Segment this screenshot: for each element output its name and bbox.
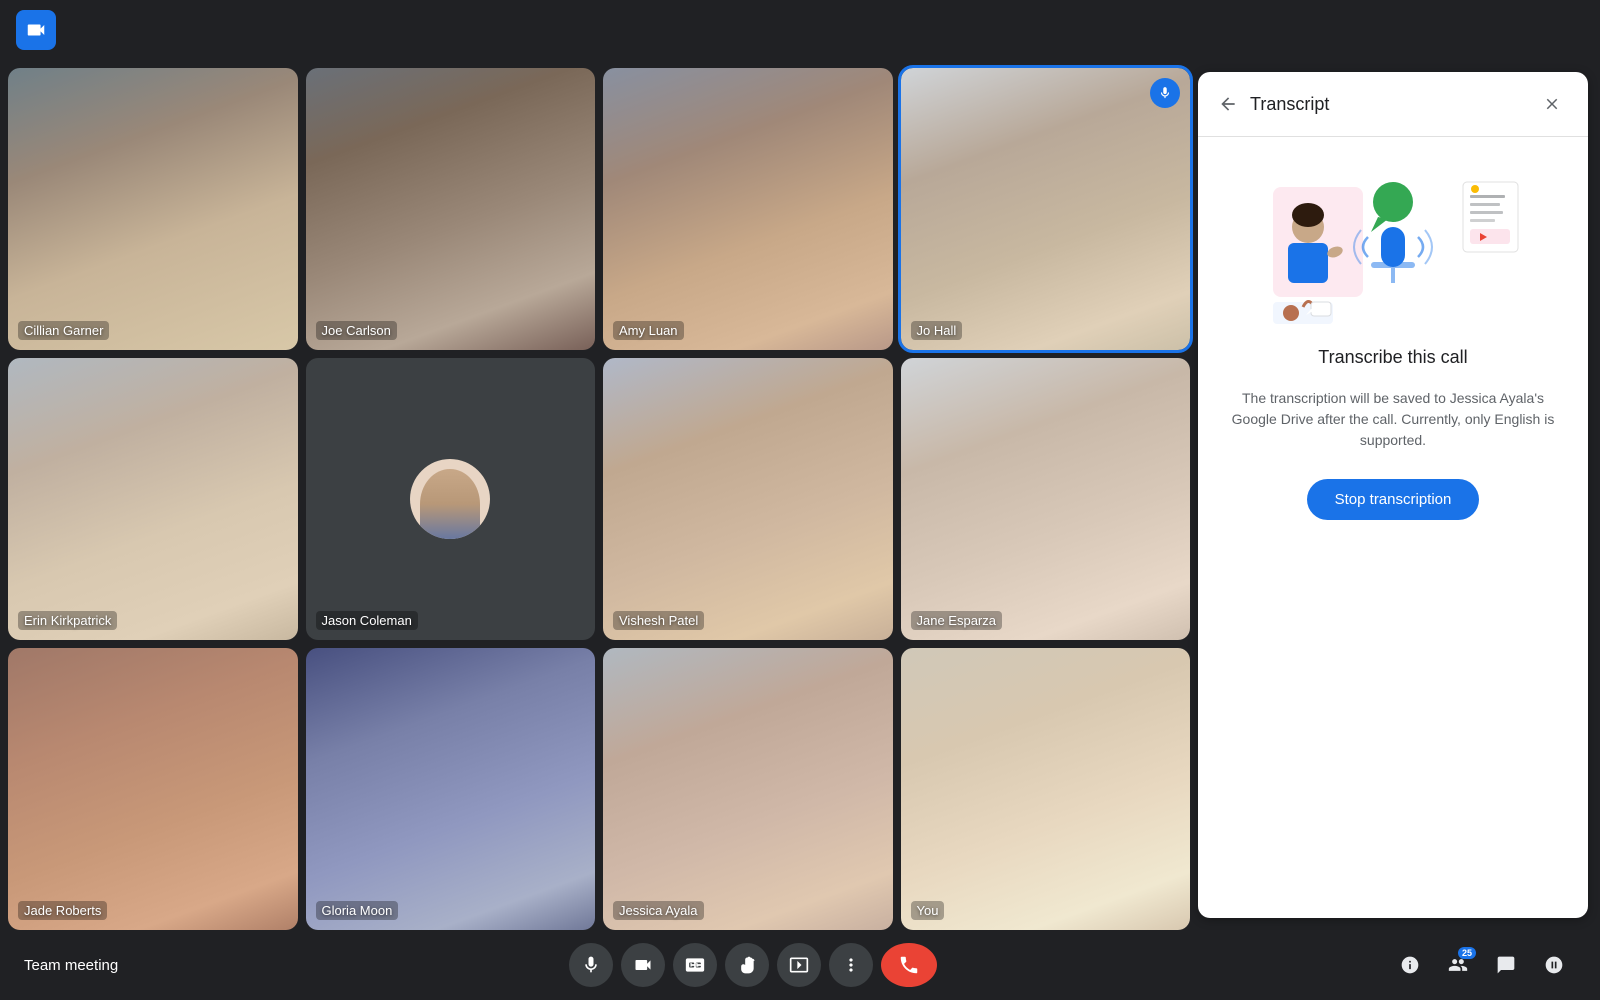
- microphone-button[interactable]: [569, 943, 613, 987]
- participant-name-erin: Erin Kirkpatrick: [18, 611, 117, 630]
- participant-name-joe: Joe Carlson: [316, 321, 397, 340]
- top-bar: [0, 0, 1600, 60]
- participant-name-gloria: Gloria Moon: [316, 901, 399, 920]
- video-tile-you[interactable]: You: [901, 648, 1191, 930]
- video-tile-amy[interactable]: Amy Luan: [603, 68, 893, 350]
- transcript-heading: Transcribe this call: [1318, 347, 1467, 368]
- participant-name-jo: Jo Hall: [911, 321, 963, 340]
- transcript-header-left: Transcript: [1218, 94, 1329, 115]
- video-tile-jane[interactable]: Jane Esparza: [901, 358, 1191, 640]
- transcript-description: The transcription will be saved to Jessi…: [1222, 388, 1564, 451]
- video-grid-container: Cillian Garner Joe Carlson Amy Luan: [0, 60, 1198, 930]
- participant-name-jade: Jade Roberts: [18, 901, 107, 920]
- video-tile-gloria[interactable]: Gloria Moon: [306, 648, 596, 930]
- participant-name-cillian: Cillian Garner: [18, 321, 109, 340]
- video-tile-vishesh[interactable]: Vishesh Patel: [603, 358, 893, 640]
- mic-active-badge: [1150, 78, 1180, 108]
- raise-hand-button[interactable]: [725, 943, 769, 987]
- video-tile-cillian[interactable]: Cillian Garner: [8, 68, 298, 350]
- participant-name-amy: Amy Luan: [613, 321, 684, 340]
- app-icon: [16, 10, 56, 50]
- transcript-title: Transcript: [1250, 94, 1329, 115]
- meeting-name: Team meeting: [24, 957, 118, 974]
- participant-name-vishesh: Vishesh Patel: [613, 611, 704, 630]
- meeting-info-button[interactable]: [1388, 943, 1432, 987]
- transcript-panel: Transcript: [1198, 72, 1588, 918]
- close-button[interactable]: [1536, 88, 1568, 120]
- participant-name-jessica: Jessica Ayala: [613, 901, 704, 920]
- right-controls: 25: [1388, 943, 1576, 987]
- transcript-header: Transcript: [1198, 72, 1588, 137]
- people-button[interactable]: 25: [1436, 943, 1480, 987]
- video-tile-joe[interactable]: Joe Carlson: [306, 68, 596, 350]
- meeting-controls: [569, 943, 937, 987]
- video-tile-jessica[interactable]: Jessica Ayala: [603, 648, 893, 930]
- end-call-button[interactable]: [881, 943, 937, 987]
- bottom-bar: Team meeting: [0, 930, 1600, 1000]
- people-count-badge: 25: [1458, 947, 1476, 959]
- present-button[interactable]: [777, 943, 821, 987]
- transcript-body: Transcribe this call The transcription w…: [1198, 137, 1588, 918]
- stop-transcription-button[interactable]: Stop transcription: [1307, 479, 1480, 520]
- transcript-illustration: [1263, 167, 1523, 327]
- chat-button[interactable]: [1484, 943, 1528, 987]
- main-content: Cillian Garner Joe Carlson Amy Luan: [0, 60, 1600, 930]
- video-tile-jade[interactable]: Jade Roberts: [8, 648, 298, 930]
- participant-name-jason: Jason Coleman: [316, 611, 418, 630]
- participant-name-you: You: [911, 901, 945, 920]
- back-button[interactable]: [1218, 94, 1238, 114]
- video-grid: Cillian Garner Joe Carlson Amy Luan: [8, 68, 1190, 930]
- video-tile-jason[interactable]: Jason Coleman: [306, 358, 596, 640]
- more-options-button[interactable]: [829, 943, 873, 987]
- activities-button[interactable]: [1532, 943, 1576, 987]
- camera-button[interactable]: [621, 943, 665, 987]
- participant-name-jane: Jane Esparza: [911, 611, 1003, 630]
- captions-button[interactable]: [673, 943, 717, 987]
- video-tile-jo[interactable]: Jo Hall: [901, 68, 1191, 350]
- video-tile-erin[interactable]: Erin Kirkpatrick: [8, 358, 298, 640]
